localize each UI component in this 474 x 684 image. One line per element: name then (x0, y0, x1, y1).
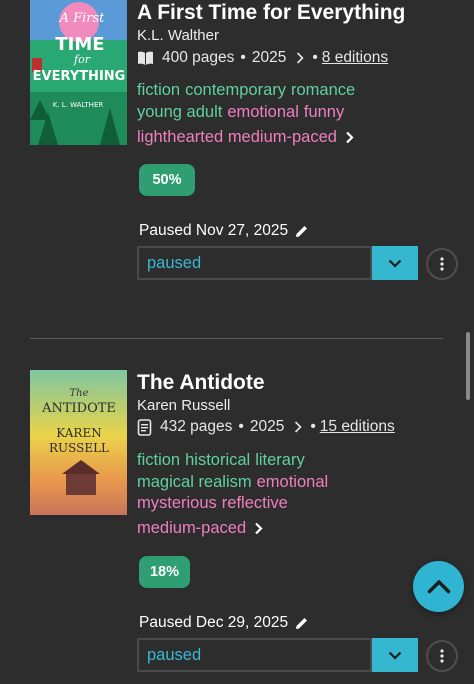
tag[interactable]: romance (291, 81, 355, 99)
tag[interactable]: young adult (137, 103, 222, 121)
cover-1-line2: TIME (55, 34, 104, 55)
chevron-right-icon (345, 131, 354, 144)
cover-1-line3: for (73, 53, 91, 66)
book-author[interactable]: K.L. Walther (137, 27, 219, 44)
tag[interactable]: magical realism (137, 473, 252, 491)
progress-badge[interactable]: 18% (139, 556, 190, 588)
chevron-right-icon[interactable] (294, 421, 302, 433)
pencil-icon[interactable] (294, 224, 309, 239)
cover-2-author-1: KAREN (56, 426, 101, 440)
book-cover-1[interactable]: A First TIME for EVERYTHING K. L. WALTHE… (30, 0, 127, 145)
paused-date: Paused Nov 27, 2025 (139, 222, 309, 240)
cover-2-title: ANTIDOTE (41, 401, 116, 416)
page-count: 432 pages (160, 418, 233, 435)
book-meta: 400 pages • 2025 • 8 editions (137, 49, 388, 67)
scroll-to-top-button[interactable] (413, 561, 464, 612)
more-vertical-icon (440, 257, 444, 271)
more-options-button[interactable] (426, 248, 458, 280)
tag[interactable]: fiction (137, 81, 180, 99)
tag[interactable]: funny (304, 103, 344, 121)
status-dropdown-button[interactable] (372, 638, 418, 672)
document-icon (137, 418, 152, 436)
cover-2-the: The (69, 388, 88, 399)
book-title[interactable]: A First Time for Everything (137, 1, 405, 25)
genre-tags: young adult emotional funny (137, 103, 349, 122)
mood-text: lighthearted medium-paced (137, 128, 337, 146)
chevron-up-icon (427, 579, 451, 594)
tag[interactable]: emotional (227, 103, 299, 121)
tag[interactable]: historical (185, 451, 250, 469)
chevron-down-icon (388, 259, 402, 268)
divider (30, 338, 443, 339)
genre-tags: fiction contemporary romance (137, 81, 360, 100)
mood-tags-more[interactable]: medium-paced (137, 519, 263, 538)
tag[interactable]: mysterious (137, 494, 217, 512)
book-icon (137, 50, 154, 66)
more-options-button[interactable] (426, 640, 458, 672)
genre-tags: magical realism emotional (137, 473, 333, 492)
tag[interactable]: reflective (222, 494, 288, 512)
chevron-right-icon[interactable] (296, 52, 304, 64)
book-title[interactable]: The Antidote (137, 371, 265, 395)
paused-date-text: Paused Dec 29, 2025 (139, 614, 289, 631)
pencil-icon[interactable] (294, 616, 309, 631)
mood-tags[interactable]: lighthearted medium-paced (137, 128, 354, 147)
cover-1-line4: EVERYTHING (33, 69, 126, 84)
mood-text: medium-paced (137, 519, 247, 537)
publish-year: 2025 (251, 49, 287, 66)
paused-date-text: Paused Nov 27, 2025 (139, 222, 289, 239)
genre-tags: fiction historical literary (137, 451, 310, 470)
progress-badge[interactable]: 50% (139, 164, 195, 196)
editions-link[interactable]: 15 editions (320, 418, 395, 436)
publish-year: 2025 (249, 418, 285, 435)
editions-link[interactable]: 8 editions (322, 49, 388, 67)
cover-1-line1: A First (59, 11, 106, 26)
paused-date: Paused Dec 29, 2025 (139, 614, 309, 632)
tag[interactable]: literary (255, 451, 305, 469)
more-vertical-icon (440, 649, 444, 663)
status-dropdown-button[interactable] (372, 246, 418, 280)
tag[interactable]: emotional (257, 473, 329, 491)
cover-1-author: K. L. WALTHER (53, 101, 104, 109)
book-meta: 432 pages • 2025 • 15 editions (137, 418, 395, 436)
page-count: 400 pages (162, 49, 235, 66)
chevron-right-icon (254, 522, 263, 535)
tag[interactable]: contemporary (185, 81, 286, 99)
tag[interactable]: fiction (137, 451, 180, 469)
status-select[interactable]: paused (137, 246, 372, 280)
mood-tags: mysterious reflective (137, 494, 293, 513)
cover-2-author-2: RUSSELL (49, 441, 109, 455)
book-cover-2[interactable]: The ANTIDOTE KAREN RUSSELL (30, 370, 127, 515)
scrollbar[interactable] (466, 332, 470, 400)
chevron-down-icon (388, 651, 402, 660)
status-select[interactable]: paused (137, 638, 372, 672)
book-author[interactable]: Karen Russell (137, 397, 230, 414)
